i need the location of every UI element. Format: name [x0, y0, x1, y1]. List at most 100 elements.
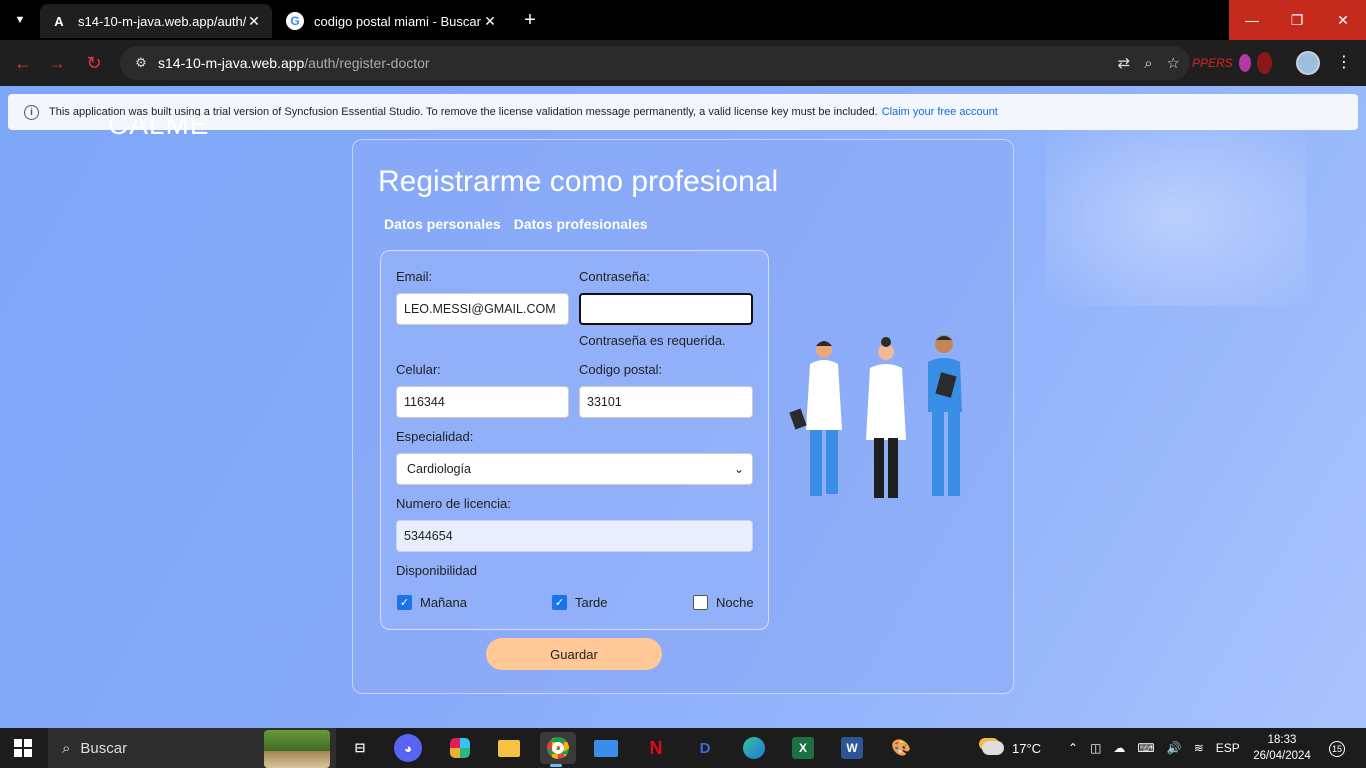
excel-icon[interactable]: X	[787, 732, 819, 764]
extension-label: PPERS	[1192, 56, 1233, 70]
taskbar-search[interactable]: ⌕ Buscar	[48, 728, 336, 768]
taskbar-clock[interactable]: 18:33 26/04/2024	[1244, 732, 1320, 764]
doctors-illustration	[789, 335, 962, 498]
availability-label: Disponibilidad	[396, 563, 477, 578]
checkbox-unchecked-icon[interactable]	[693, 595, 708, 610]
netflix-icon[interactable]: N	[640, 732, 672, 764]
network-alert-icon[interactable]: ☁	[1113, 741, 1125, 755]
disney-plus-icon[interactable]: D	[689, 732, 721, 764]
address-bar[interactable]: ⚙ s14-10-m-java.web.app/auth/register-do…	[120, 46, 1190, 80]
chrome-icon[interactable]	[540, 732, 576, 767]
license-label: Numero de licencia:	[396, 496, 511, 511]
close-window-button[interactable]: ✕	[1320, 0, 1366, 40]
taskbar-search-label: Buscar	[80, 739, 128, 757]
file-explorer-icon[interactable]	[493, 732, 525, 764]
app-logo[interactable]: CALME	[108, 116, 209, 142]
step-personal-data[interactable]: Datos personales	[384, 216, 501, 232]
page-content: i This application was built using a tri…	[0, 86, 1366, 728]
weather-widget[interactable]: 17°C	[982, 728, 1041, 768]
registration-form: Email: LEO.MESSI@GMAIL.COM Contraseña: C…	[380, 250, 769, 630]
checkbox-label: Noche	[716, 595, 754, 610]
wifi-icon[interactable]: ≋	[1194, 741, 1204, 755]
edge-icon[interactable]	[738, 732, 770, 764]
camera-icon[interactable]: ◫	[1090, 741, 1101, 755]
notification-center-icon[interactable]: 15	[1322, 738, 1352, 760]
forward-arrow-icon[interactable]: →	[46, 52, 68, 74]
checkbox-checked-icon[interactable]: ✓	[552, 595, 567, 610]
chevron-down-icon: ⌄	[733, 462, 744, 476]
tab-register-doctor[interactable]: A s14-10-m-java.web.app/auth/re ✕	[40, 4, 272, 38]
page-title: Registrarme como profesional	[378, 165, 779, 198]
close-tab-icon[interactable]: ✕	[482, 13, 498, 30]
email-field[interactable]: LEO.MESSI@GMAIL.COM	[396, 293, 569, 325]
language-indicator[interactable]: ESP	[1216, 741, 1240, 755]
checkbox-checked-icon[interactable]: ✓	[397, 595, 412, 610]
tab-google-search[interactable]: G codigo postal miami - Buscar co ✕	[276, 4, 508, 38]
windows-taskbar: ⌕ Buscar ⊟ ◕ N D X W 🎨 17°C ⌃ ◫ ☁ ⌨ 🔊 ≋ …	[0, 728, 1366, 768]
phone-field[interactable]: 116344	[396, 386, 569, 418]
paint-icon[interactable]: 🎨	[885, 732, 917, 764]
slack-icon[interactable]	[444, 732, 476, 764]
mail-glyph	[594, 739, 618, 757]
omnibox-actions: ⇄ ⌕ ☆	[1118, 46, 1180, 80]
extensions-area: PPERS	[1192, 50, 1272, 76]
word-icon[interactable]: W	[836, 732, 868, 764]
virus-extension-icon[interactable]	[1256, 52, 1272, 74]
postal-code-label: Codigo postal:	[579, 362, 663, 377]
url-text[interactable]: s14-10-m-java.web.app/auth/register-doct…	[158, 55, 430, 71]
url-path: /auth/register-doctor	[304, 55, 430, 71]
site-info-icon[interactable]: ⚙	[126, 55, 156, 71]
browser-tabstrip: ▼ A s14-10-m-java.web.app/auth/re ✕ G co…	[0, 0, 1366, 40]
search-highlight-image	[264, 730, 330, 768]
info-icon: i	[24, 104, 39, 120]
tab-title: codigo postal miami - Buscar co	[314, 13, 482, 29]
checkbox-night[interactable]: Noche	[693, 595, 754, 610]
reload-icon[interactable]: ↻	[83, 52, 105, 74]
tab-title: s14-10-m-java.web.app/auth/re	[78, 13, 246, 29]
windows-start-icon[interactable]	[14, 739, 32, 757]
chevron-up-icon[interactable]: ⌃	[1068, 741, 1078, 755]
claim-account-link[interactable]: Claim your free account	[882, 106, 998, 118]
new-tab-button[interactable]: +	[518, 8, 542, 32]
specialty-select[interactable]: Cardiología ⌄	[396, 453, 753, 485]
chrome-glyph	[547, 737, 569, 759]
password-label: Contraseña:	[579, 269, 650, 284]
zoom-icon[interactable]: ⌕	[1144, 55, 1152, 72]
checkbox-afternoon[interactable]: ✓ Tarde	[552, 595, 608, 610]
checkbox-label: Tarde	[575, 595, 608, 610]
google-letter: G	[290, 14, 300, 28]
brain-extension-icon[interactable]	[1238, 54, 1251, 72]
password-field[interactable]	[579, 293, 753, 325]
search-icon: ⌕	[62, 739, 71, 757]
bookmark-star-icon[interactable]: ☆	[1167, 54, 1180, 72]
discord-icon[interactable]: ◕	[394, 734, 422, 762]
back-arrow-icon[interactable]: ←	[12, 52, 34, 74]
task-view-icon[interactable]: ⊟	[344, 732, 376, 764]
word-glyph: W	[841, 737, 863, 759]
email-label: Email:	[396, 269, 433, 284]
postal-code-field[interactable]: 33101	[579, 386, 753, 418]
save-button[interactable]: Guardar	[486, 638, 662, 670]
form-steps: Datos personales Datos profesionales	[384, 216, 648, 232]
input-method-icon[interactable]: ⌨	[1137, 741, 1154, 755]
tab-search-chevron-icon[interactable]: ▼	[8, 8, 32, 32]
browser-menu-icon[interactable]: ⋮	[1334, 52, 1354, 72]
close-tab-icon[interactable]: ✕	[246, 13, 262, 30]
checkbox-morning[interactable]: ✓ Mañana	[397, 595, 467, 610]
password-error: Contraseña es requerida.	[579, 333, 726, 348]
browser-toolbar: ← → ↻ ⚙ s14-10-m-java.web.app/auth/regis…	[0, 40, 1366, 86]
volume-icon[interactable]: 🔊	[1167, 741, 1182, 755]
specialty-selected: Cardiología	[407, 462, 471, 476]
phone-label: Celular:	[396, 362, 441, 377]
profile-avatar[interactable]	[1296, 51, 1320, 75]
license-field[interactable]: 5344654	[396, 520, 753, 552]
minimize-button[interactable]: —	[1229, 0, 1275, 40]
edge-glyph	[743, 737, 765, 759]
weather-icon	[982, 741, 1004, 755]
maximize-button[interactable]: ❐	[1274, 0, 1320, 40]
step-professional-data[interactable]: Datos profesionales	[514, 216, 648, 232]
mail-icon[interactable]	[590, 732, 622, 764]
translate-icon[interactable]: ⇄	[1118, 54, 1131, 72]
slack-glyph	[450, 738, 470, 758]
notification-count: 15	[1329, 741, 1345, 757]
